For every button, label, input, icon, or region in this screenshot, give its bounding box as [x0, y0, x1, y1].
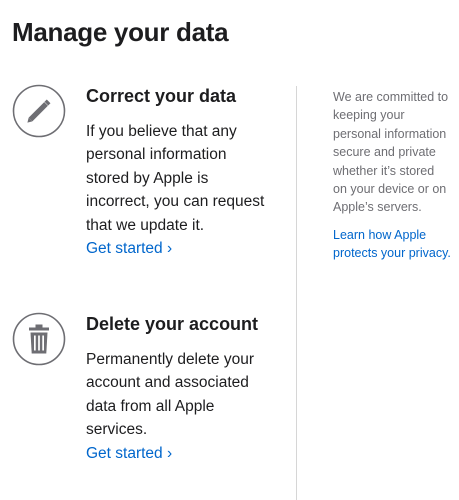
delete-account-heading: Delete your account [86, 314, 259, 334]
learn-privacy-link[interactable]: Learn how Apple protects your privacy. [333, 226, 451, 263]
delete-account-description: Permanently delete your account and asso… [86, 351, 255, 439]
correct-data-body: Correct your data If you believe that an… [86, 84, 272, 260]
page-title: Manage your data [12, 17, 229, 47]
delete-account-body: Delete your account Permanently delete y… [86, 312, 272, 465]
privacy-sidebar: We are committed to keeping your persona… [333, 88, 451, 263]
column-divider [296, 86, 297, 500]
delete-account-get-started-link[interactable]: Get started › [86, 442, 172, 465]
correct-data-heading: Correct your data [86, 86, 237, 106]
pencil-icon [12, 84, 66, 138]
correct-data-description: If you believe that any personal informa… [86, 123, 265, 234]
correct-data-get-started-link[interactable]: Get started › [86, 237, 172, 260]
privacy-sidebar-text: We are committed to keeping your persona… [333, 90, 449, 215]
trash-icon [12, 312, 66, 366]
